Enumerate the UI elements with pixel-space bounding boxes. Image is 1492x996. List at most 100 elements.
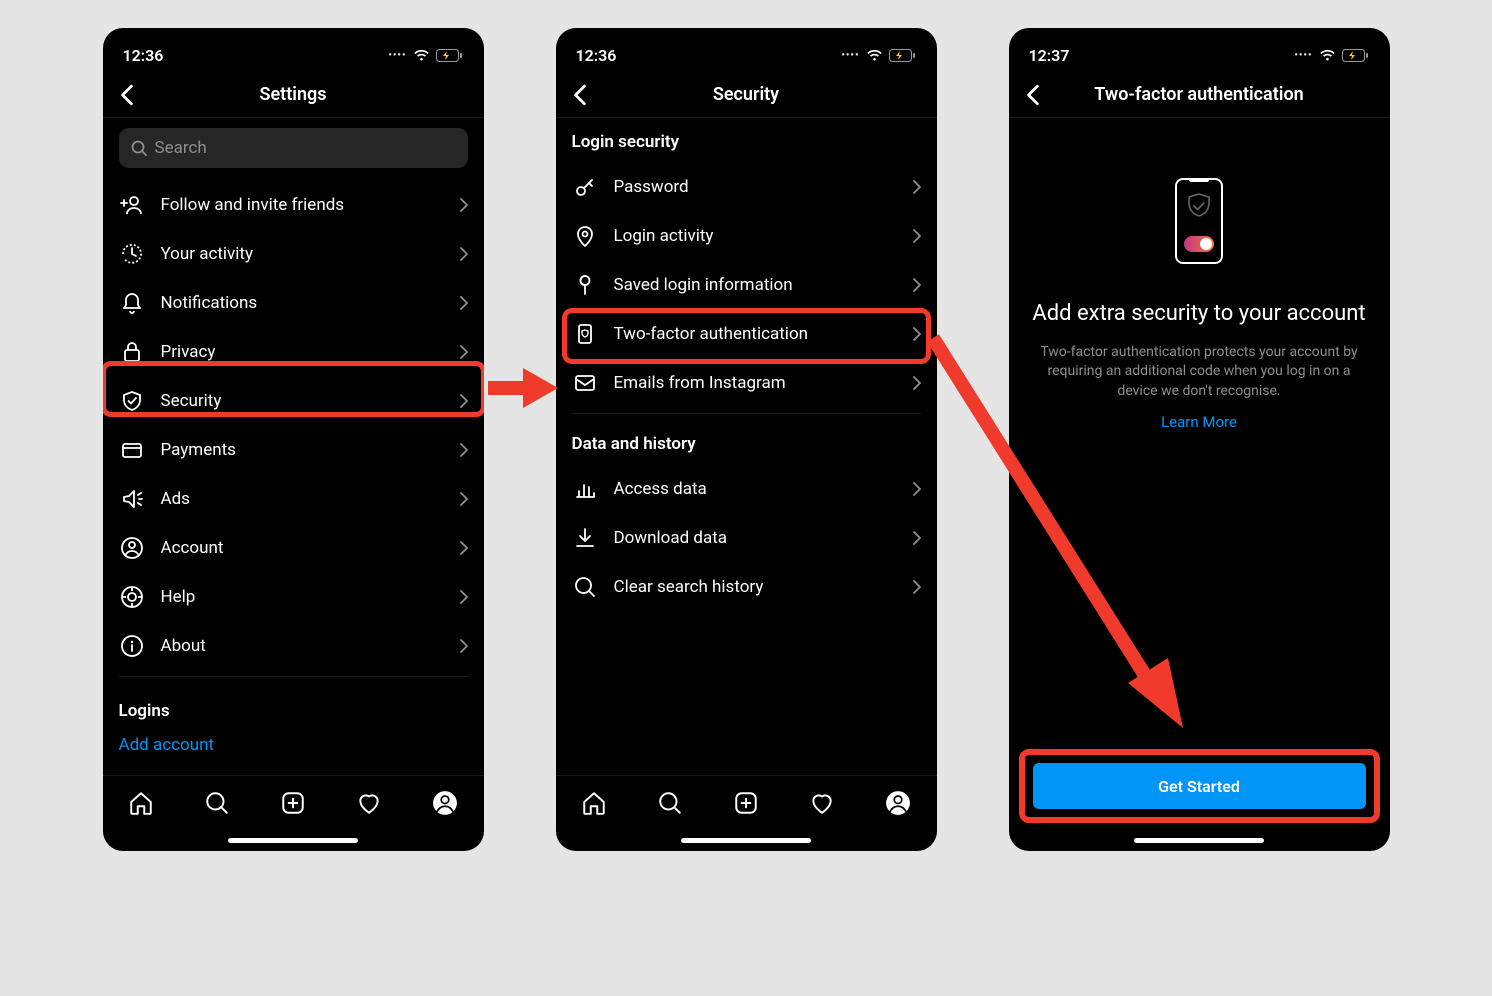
chevron-right-icon — [460, 492, 468, 506]
row-payments[interactable]: Payments — [119, 425, 468, 474]
learn-more-link[interactable]: Learn More — [1161, 413, 1237, 431]
back-button[interactable] — [115, 83, 139, 107]
security-content: Login security Password Login activity S… — [556, 118, 937, 775]
add-account-link[interactable]: Add account — [119, 735, 468, 767]
row-saved-login[interactable]: Saved login information — [572, 260, 921, 309]
home-tab[interactable] — [581, 790, 607, 816]
row-emails[interactable]: Emails from Instagram — [572, 358, 921, 407]
megaphone-icon — [119, 486, 145, 512]
arrow-annotation-1 — [483, 358, 563, 418]
search-placeholder: Search — [155, 138, 207, 158]
clock: 12:36 — [123, 46, 164, 65]
home-tab[interactable] — [128, 790, 154, 816]
two-factor-content: Add extra security to your account Two-f… — [1009, 118, 1390, 461]
row-follow-invite[interactable]: Follow and invite friends — [119, 180, 468, 229]
row-activity[interactable]: Your activity — [119, 229, 468, 278]
home-indicator — [556, 829, 937, 851]
header: Security — [556, 72, 937, 118]
section-login-security: Login security — [572, 118, 921, 162]
shield-phone-icon — [572, 321, 598, 347]
battery-icon — [1342, 49, 1370, 62]
row-account[interactable]: Account — [119, 523, 468, 572]
header: Two-factor authentication — [1009, 72, 1390, 118]
chevron-right-icon — [460, 247, 468, 261]
profile-tab[interactable] — [432, 790, 458, 816]
page-title: Two-factor authentication — [1094, 84, 1303, 105]
two-factor-heading: Add extra security to your account — [1032, 300, 1365, 329]
row-about[interactable]: About — [119, 621, 468, 670]
row-security[interactable]: Security — [119, 376, 468, 425]
status-bar: 12:36 •••• — [556, 28, 937, 72]
search-input[interactable]: Search — [119, 128, 468, 168]
home-indicator — [1009, 829, 1390, 851]
chevron-right-icon — [460, 443, 468, 457]
chevron-right-icon — [460, 198, 468, 212]
status-bar: 12:37 •••• — [1009, 28, 1390, 72]
wifi-icon — [866, 49, 883, 62]
chevron-right-icon — [460, 639, 468, 653]
wifi-icon — [413, 49, 430, 62]
help-icon — [119, 584, 145, 610]
logins-header: Logins — [119, 683, 468, 735]
chevron-right-icon — [913, 376, 921, 390]
row-privacy[interactable]: Privacy — [119, 327, 468, 376]
chart-icon — [572, 476, 598, 502]
chevron-right-icon — [913, 531, 921, 545]
lock-icon — [119, 339, 145, 365]
highlight-get-started: Get Started — [1019, 749, 1380, 823]
back-button[interactable] — [1021, 83, 1045, 107]
chevron-right-icon — [460, 296, 468, 310]
search-tab[interactable] — [204, 790, 230, 816]
activity-icon — [119, 241, 145, 267]
chevron-right-icon — [913, 229, 921, 243]
status-icons: •••• — [1294, 49, 1369, 62]
screen-settings: 12:36 •••• Settings Search Follow and in… — [103, 28, 484, 851]
settings-content: Search Follow and invite friends Your ac… — [103, 118, 484, 775]
clock: 12:36 — [576, 46, 617, 65]
search-tab[interactable] — [657, 790, 683, 816]
footer: Get Started — [1009, 743, 1390, 829]
screen-two-factor: 12:37 •••• Two-factor authentication — [1009, 28, 1390, 851]
row-access-data[interactable]: Access data — [572, 464, 921, 513]
phone-illustration — [1175, 178, 1223, 264]
wifi-icon — [1319, 49, 1336, 62]
download-icon — [572, 525, 598, 551]
two-factor-description: Two-factor authentication protects your … — [1025, 343, 1374, 402]
activity-tab[interactable] — [809, 790, 835, 816]
row-help[interactable]: Help — [119, 572, 468, 621]
status-icons: •••• — [388, 49, 463, 62]
header: Settings — [103, 72, 484, 118]
row-ads[interactable]: Ads — [119, 474, 468, 523]
page-title: Settings — [260, 84, 327, 105]
battery-icon — [889, 49, 917, 62]
mail-icon — [572, 370, 598, 396]
back-button[interactable] — [568, 83, 592, 107]
row-password[interactable]: Password — [572, 162, 921, 211]
screen-security: 12:36 •••• Security Login security Passw… — [556, 28, 937, 851]
home-indicator — [103, 829, 484, 851]
chevron-right-icon — [913, 482, 921, 496]
row-notifications[interactable]: Notifications — [119, 278, 468, 327]
row-two-factor[interactable]: Two-factor authentication — [572, 309, 921, 358]
location-icon — [572, 223, 598, 249]
chevron-right-icon — [913, 327, 921, 341]
row-clear-search[interactable]: Clear search history — [572, 562, 921, 611]
tab-bar — [103, 775, 484, 829]
search-clear-icon — [572, 574, 598, 600]
get-started-button[interactable]: Get Started — [1033, 763, 1366, 809]
keyhole-icon — [572, 272, 598, 298]
activity-tab[interactable] — [356, 790, 382, 816]
row-download-data[interactable]: Download data — [572, 513, 921, 562]
new-post-tab[interactable] — [280, 790, 306, 816]
status-bar: 12:36 •••• — [103, 28, 484, 72]
profile-tab[interactable] — [885, 790, 911, 816]
section-data-history: Data and history — [572, 420, 921, 464]
key-icon — [572, 174, 598, 200]
invite-icon — [119, 192, 145, 218]
chevron-right-icon — [460, 590, 468, 604]
row-login-activity[interactable]: Login activity — [572, 211, 921, 260]
bell-icon — [119, 290, 145, 316]
chevron-right-icon — [460, 394, 468, 408]
new-post-tab[interactable] — [733, 790, 759, 816]
battery-icon — [436, 49, 464, 62]
